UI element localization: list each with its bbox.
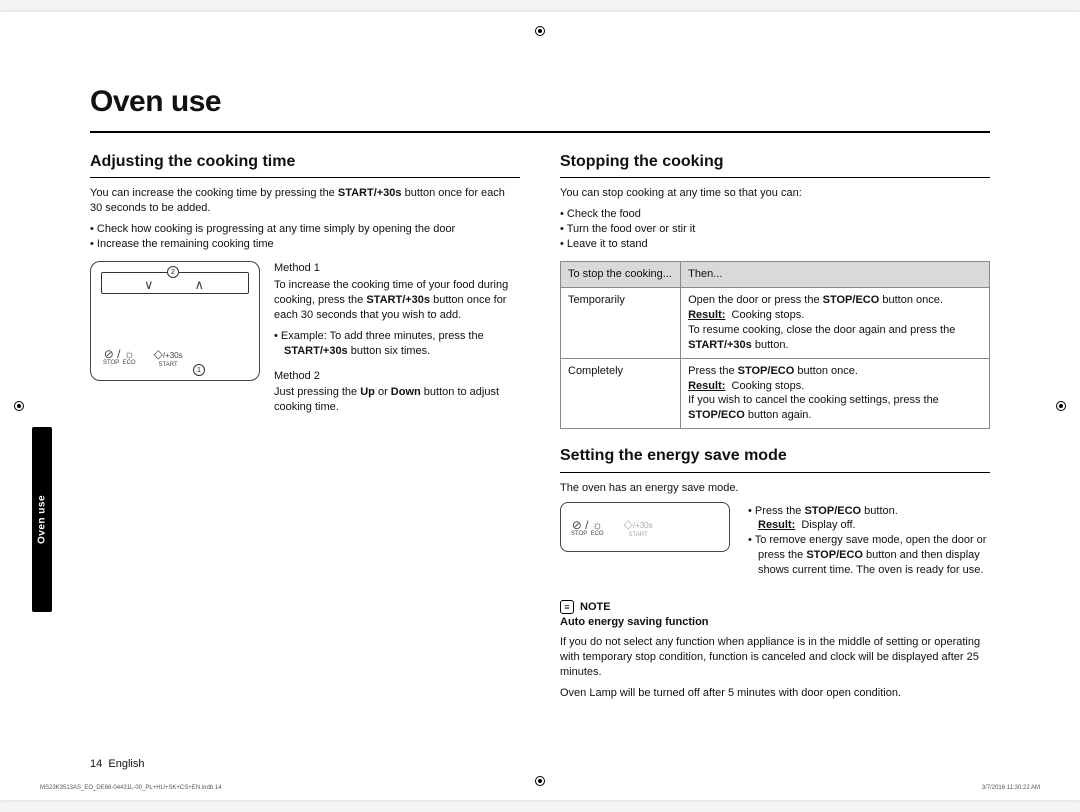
adjust-bullets: Check how cooking is progressing at any … <box>90 222 520 252</box>
table-row: Temporarily Open the door or press the S… <box>561 288 990 358</box>
list-item: Example: To add three minutes, press the… <box>274 329 520 359</box>
text: Cooking stops. <box>732 380 805 392</box>
label: START <box>624 532 653 539</box>
text-bold: STOP/ECO <box>804 505 861 517</box>
callout-1: 1 <box>193 364 205 376</box>
text: button once. <box>794 365 858 377</box>
result-label: Result: <box>688 309 725 321</box>
table-cell: Open the door or press the STOP/ECO butt… <box>681 288 990 358</box>
text-bold: START/+30s <box>688 339 752 351</box>
text: button. <box>861 505 898 517</box>
table-row: Completely Press the STOP/ECO button onc… <box>561 358 990 428</box>
table-cell: Completely <box>561 358 681 428</box>
label: STOP <box>103 360 119 366</box>
list-item: Check how cooking is progressing at any … <box>90 222 520 237</box>
text-bold: START/+30s <box>284 345 348 357</box>
manual-page: Oven use Oven use Adjusting the cooking … <box>0 12 1080 800</box>
text: Open the door or press the <box>688 294 823 306</box>
page-footer: 14 English <box>90 757 990 772</box>
list-item: Increase the remaining cooking time <box>90 237 520 252</box>
left-column: Adjusting the cooking time You can incre… <box>90 151 520 707</box>
method2-text: Just pressing the Up or Down button to a… <box>274 385 520 415</box>
result-label: Result: <box>758 519 795 531</box>
result-label: Result: <box>688 380 725 392</box>
eco-panel-illustration: ⊘ / ☼ STOP ECO ◇/+30s START <box>560 502 730 588</box>
method2-heading: Method 2 <box>274 369 520 384</box>
text: To resume cooking, close the door again … <box>688 324 955 336</box>
text-bold: STOP/ECO <box>688 409 745 421</box>
control-panel-illustration: ∨ ∧ 2 ⊘ / ☼ STOP ECO ◇/+30s START <box>90 261 260 421</box>
text-bold: STOP/ECO <box>823 294 880 306</box>
text-bold: START/+30s <box>338 187 402 199</box>
table-cell: Temporarily <box>561 288 681 358</box>
text: button. <box>752 339 789 351</box>
text: If you wish to cancel the cooking settin… <box>688 394 939 406</box>
text: Press the <box>688 365 738 377</box>
text-bold: Up <box>360 386 375 398</box>
registration-mark-right <box>1056 401 1066 411</box>
energy-intro: The oven has an energy save mode. <box>560 481 990 496</box>
registration-mark-top <box>535 26 545 36</box>
text: Example: To add three minutes, press the <box>281 330 484 342</box>
list-item: To remove energy save mode, open the doo… <box>748 533 990 578</box>
subhead-stopping: Stopping the cooking <box>560 151 990 179</box>
note-p2: Oven Lamp will be turned off after 5 min… <box>560 686 990 701</box>
stop-bullets: Check the food Turn the food over or sti… <box>560 207 990 252</box>
text: You can increase the cooking time by pre… <box>90 187 338 199</box>
table-header: Then... <box>681 262 990 288</box>
text: Cooking stops. <box>732 309 805 321</box>
page-language: English <box>108 758 144 770</box>
list-item: Press the STOP/ECO button. Result: Displ… <box>748 504 990 534</box>
note-heading: ≡ NOTE <box>560 600 990 615</box>
method1-example: Example: To add three minutes, press the… <box>274 329 520 359</box>
label: /+30s <box>633 521 653 530</box>
subhead-energy: Setting the energy save mode <box>560 445 990 473</box>
right-column: Stopping the cooking You can stop cookin… <box>560 151 990 707</box>
page-number: 14 <box>90 758 102 770</box>
note-p1: If you do not select any function when a… <box>560 635 990 680</box>
subhead-adjusting: Adjusting the cooking time <box>90 151 520 179</box>
stop-table: To stop the cooking... Then... Temporari… <box>560 261 990 429</box>
text: or <box>375 386 391 398</box>
stop-eco-button-illustration: ⊘ / ☼ STOP ECO <box>103 348 136 367</box>
adjust-intro: You can increase the cooking time by pre… <box>90 186 520 216</box>
list-item: Turn the food over or stir it <box>560 222 990 237</box>
stop-eco-button-illustration: ⊘ / ☼ STOP ECO <box>571 519 604 538</box>
note-subheading: Auto energy saving function <box>560 616 709 628</box>
text-bold: STOP/ECO <box>806 549 863 561</box>
table-cell: Press the STOP/ECO button once. Result: … <box>681 358 990 428</box>
registration-mark-left <box>14 401 24 411</box>
label: ECO <box>591 531 604 537</box>
text: button six times. <box>348 345 431 357</box>
note-label: NOTE <box>580 600 611 615</box>
start-button-illustration-disabled: ◇/+30s START <box>624 518 653 539</box>
stop-intro: You can stop cooking at any time so that… <box>560 186 990 201</box>
list-item: Leave it to stand <box>560 237 990 252</box>
text-bold: STOP/ECO <box>738 365 795 377</box>
down-icon: ∨ <box>144 276 154 294</box>
method1-heading: Method 1 <box>274 261 520 276</box>
label: ECO <box>123 360 136 366</box>
label: START <box>154 362 183 369</box>
page-title: Oven use <box>90 82 990 133</box>
method1-text: To increase the cooking time of your foo… <box>274 278 520 323</box>
text: Display off. <box>801 519 855 531</box>
side-tab: Oven use <box>32 427 52 612</box>
start-button-illustration: ◇/+30s START <box>154 348 183 369</box>
text: Just pressing the <box>274 386 360 398</box>
label: STOP <box>571 531 587 537</box>
note-icon: ≡ <box>560 600 574 614</box>
text-bold: START/+30s <box>366 294 430 306</box>
text: button again. <box>745 409 812 421</box>
up-icon: ∧ <box>194 276 204 294</box>
text: button once. <box>879 294 943 306</box>
text-bold: Down <box>391 386 421 398</box>
list-item: Check the food <box>560 207 990 222</box>
energy-bullets: Press the STOP/ECO button. Result: Displ… <box>748 504 990 578</box>
text: Press the <box>755 505 805 517</box>
label: /+30s <box>163 351 183 360</box>
table-header: To stop the cooking... <box>561 262 681 288</box>
